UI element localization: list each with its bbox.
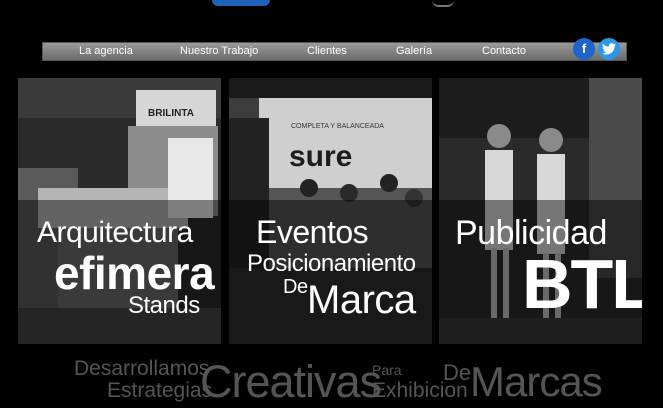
tagline-word-estrategias: Estrategias xyxy=(107,379,213,402)
panel-arquitectura[interactable]: BRILINTA Arquitectura efimera Stands xyxy=(18,78,221,344)
panel-eventos[interactable]: COMPLETA Y BALANCEADA sure Eventos Posic… xyxy=(229,78,432,344)
panel-title-line3: Stands xyxy=(128,292,200,319)
nav-clientes[interactable]: Clientes xyxy=(307,43,347,60)
panel-publicidad[interactable]: Publicidad BTL xyxy=(439,78,642,344)
nav-galeria[interactable]: Galería xyxy=(396,43,432,60)
tagline-word-para: Para xyxy=(372,362,402,378)
event-banner-text: sure xyxy=(289,140,352,173)
panel-title-line4: Marca xyxy=(307,278,416,322)
logo-fragment[interactable] xyxy=(212,0,270,6)
tagline-word-de: De xyxy=(443,360,472,385)
facebook-icon[interactable]: f xyxy=(573,38,595,60)
tagline-word-marcas: Marcas xyxy=(470,358,603,405)
event-banner-small: COMPLETA Y BALANCEADA xyxy=(291,123,384,130)
main-navbar: La agencia Nuestro Trabajo Clientes Gale… xyxy=(42,42,627,61)
logo-fragment-2 xyxy=(432,0,454,7)
panel-title-line1: Arquitectura xyxy=(37,216,193,249)
tagline: Desarrollamos Estrategias Creativas Para… xyxy=(0,352,663,407)
twitter-icon[interactable] xyxy=(598,38,620,60)
panel-title-line2: BTL xyxy=(522,245,642,323)
nav-contacto[interactable]: Contacto xyxy=(482,43,526,60)
nav-nuestro-trabajo[interactable]: Nuestro Trabajo xyxy=(180,43,258,60)
panel-title-line2: Posicionamiento xyxy=(247,250,416,277)
tagline-word-desarrollamos: Desarrollamos xyxy=(74,357,210,380)
stand-sign-text: BRILINTA xyxy=(148,108,194,119)
panel-title-line3: De xyxy=(283,276,308,298)
panel-title-line1: Eventos xyxy=(256,214,369,250)
tagline-word-creativas: Creativas xyxy=(200,356,382,407)
nav-la-agencia[interactable]: La agencia xyxy=(79,43,133,60)
